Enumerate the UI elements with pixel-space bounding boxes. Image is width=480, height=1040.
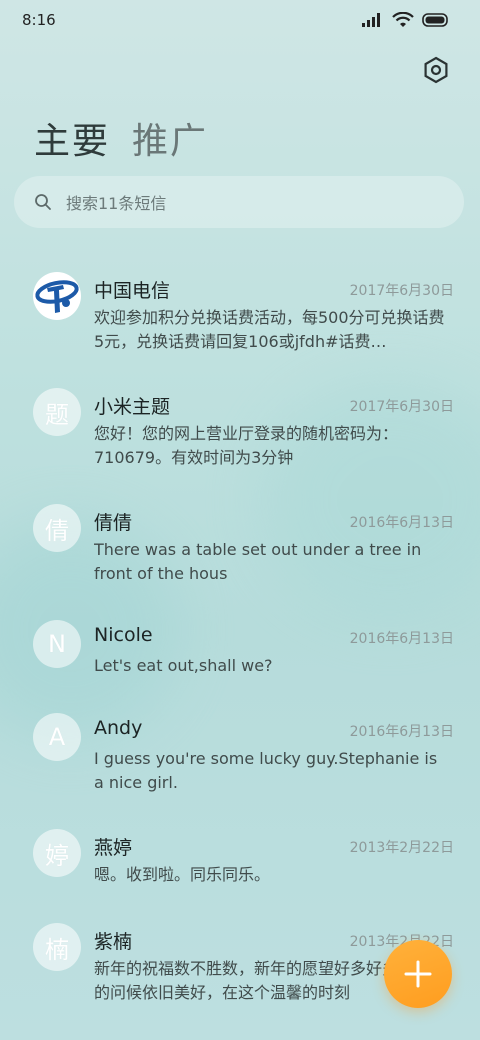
conversation-preview: There was a table set out under a tree i…: [94, 540, 422, 583]
conversation-date: 2017年6月30日: [349, 283, 454, 299]
conversation-name: Nicole: [94, 624, 153, 646]
avatar: 题: [33, 388, 81, 436]
conversation-preview: I guess you're some lucky guy.Stephanie …: [94, 749, 438, 792]
conversation-name: 小米主题: [94, 396, 171, 418]
battery-icon: [422, 13, 448, 27]
avatar: 楠: [33, 923, 81, 971]
plus-icon: [404, 960, 432, 988]
conversation-item[interactable]: 倩 倩倩 2016年6月13日 There was a table set ou…: [0, 494, 480, 604]
conversation-item[interactable]: N Nicole 2016年6月13日 Let's eat out,shall …: [0, 610, 480, 696]
conversation-date: 2016年6月13日: [349, 515, 454, 531]
new-message-button[interactable]: [384, 940, 452, 1008]
conversation-item[interactable]: 中国电信 2017年6月30日 欢迎参加积分兑换话费活动，每500分可兑换话费5…: [0, 262, 480, 372]
conversation-name: Andy: [94, 717, 143, 739]
avatar: [33, 272, 81, 320]
china-telecom-logo-icon: [34, 273, 80, 319]
status-icons: [362, 12, 450, 28]
conversation-preview: 您好！您的网上营业厅登录的随机密码为：710679。有效时间为3分钟: [94, 424, 399, 467]
conversation-name: 倩倩: [94, 512, 133, 534]
settings-button[interactable]: [422, 56, 450, 84]
avatar: N: [33, 620, 81, 668]
conversation-name: 中国电信: [94, 280, 171, 302]
avatar: 倩: [33, 504, 81, 552]
status-bar: 8:16: [0, 0, 480, 44]
conversation-item[interactable]: 婷 燕婷 2013年2月22日 嗯。收到啦。同乐同乐。: [0, 819, 480, 905]
conversation-name: 燕婷: [94, 837, 133, 859]
conversation-date: 2017年6月30日: [349, 399, 454, 415]
tab-main[interactable]: 主要: [34, 112, 110, 164]
conversation-date: 2013年2月22日: [349, 840, 454, 856]
conversation-name: 紫楠: [94, 931, 133, 953]
wifi-icon: [392, 12, 414, 27]
conversation-date: 2016年6月13日: [349, 724, 454, 740]
conversation-preview: Let's eat out,shall we?: [94, 656, 273, 675]
avatar: A: [33, 713, 81, 761]
conversation-date: 2016年6月13日: [349, 631, 454, 647]
search-placeholder: 搜索11条短信: [66, 194, 167, 213]
conversation-preview: 欢迎参加积分兑换话费活动，每500分可兑换话费5元，兑换话费请回复106或jfd…: [94, 308, 445, 351]
signal-icon: [362, 13, 380, 27]
conversation-preview: 嗯。收到啦。同乐同乐。: [94, 865, 271, 884]
conversation-item[interactable]: 题 小米主题 2017年6月30日 您好！您的网上营业厅登录的随机密码为：710…: [0, 378, 480, 488]
tab-promotions[interactable]: 推广: [132, 112, 208, 164]
tab-bar: 主要 推广: [34, 112, 208, 164]
settings-hexagon-icon: [424, 56, 448, 84]
status-time: 8:16: [22, 11, 56, 29]
conversation-item[interactable]: A Andy 2016年6月13日 I guess you're some lu…: [0, 703, 480, 813]
search-bar[interactable]: 搜索11条短信: [14, 176, 464, 228]
search-icon: [35, 194, 51, 210]
avatar: 婷: [33, 829, 81, 877]
